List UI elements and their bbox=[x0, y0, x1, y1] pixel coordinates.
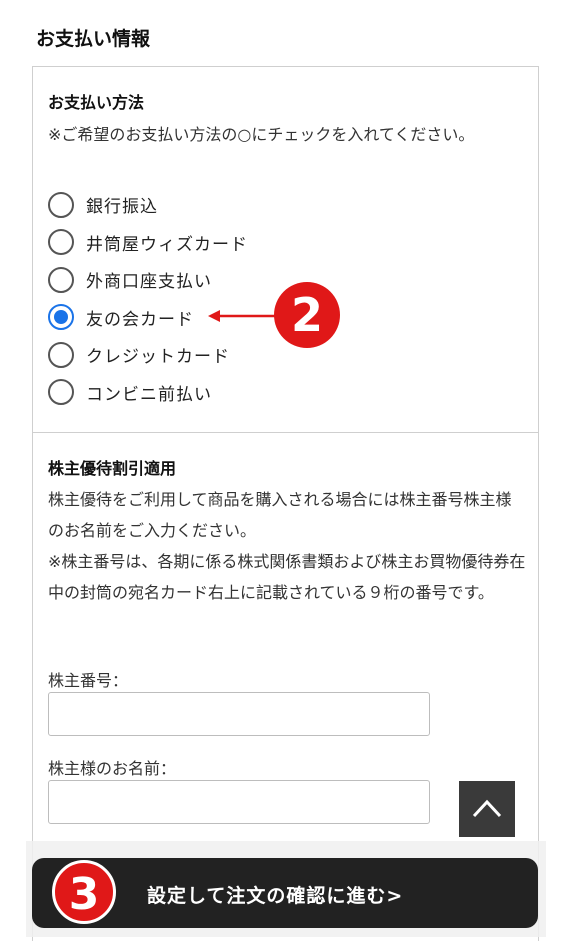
shareholder-heading: 株主優待割引適用 bbox=[48, 459, 177, 478]
shareholder-note: ※株主番号は、各期に係る株式関係書類および株主お買物優待券在中の封筒の宛名カード… bbox=[48, 552, 526, 602]
option-label: クレジットカード bbox=[86, 347, 230, 368]
option-label: 銀行振込 bbox=[86, 197, 158, 218]
payment-options: 銀行振込 井筒屋ウィズカード 外商口座支払い 友の会カード クレジットカード コ… bbox=[48, 186, 428, 411]
payment-option-izutsuya-card[interactable]: 井筒屋ウィズカード bbox=[48, 224, 428, 262]
shareholder-number-label: 株主番号： bbox=[48, 671, 129, 690]
option-label: 井筒屋ウィズカード bbox=[86, 234, 248, 255]
payment-option-credit-card[interactable]: クレジットカード bbox=[48, 336, 428, 374]
option-label: 友の会カード bbox=[86, 309, 194, 330]
shareholder-number-input[interactable] bbox=[48, 692, 430, 736]
option-label: 外商口座支払い bbox=[86, 272, 212, 293]
annotation-badge-3: 3 bbox=[52, 860, 116, 924]
annotation-badge-2: 2 bbox=[274, 282, 340, 348]
radio-button[interactable] bbox=[48, 191, 74, 218]
shareholder-name-input[interactable] bbox=[48, 780, 430, 824]
annotation-arrow bbox=[208, 310, 276, 322]
confirm-button-label: 設定して注文の確認に進む> bbox=[147, 885, 404, 907]
section-title: お支払い情報 bbox=[36, 28, 151, 50]
chevron-up-icon bbox=[472, 799, 502, 818]
radio-button[interactable] bbox=[48, 379, 74, 406]
option-label: コンビニ前払い bbox=[86, 384, 212, 405]
payment-option-bank-transfer[interactable]: 銀行振込 bbox=[48, 186, 428, 224]
shareholder-description: 株主優待をご利用して商品を購入される場合には株主番号株主様のお名前をご入力くださ… bbox=[48, 490, 512, 540]
radio-button[interactable] bbox=[48, 266, 74, 293]
scroll-to-top-button[interactable] bbox=[459, 781, 515, 837]
payment-option-gaisho-account[interactable]: 外商口座支払い bbox=[48, 261, 428, 299]
section-divider bbox=[33, 432, 538, 433]
shareholder-name-label: 株主様のお名前： bbox=[48, 759, 177, 778]
radio-button-selected[interactable] bbox=[48, 304, 74, 331]
payment-option-convenience-store[interactable]: コンビニ前払い bbox=[48, 374, 428, 412]
payment-method-note: ※ご希望のお支払い方法の○にチェックを入れてください。 bbox=[48, 125, 475, 144]
radio-button[interactable] bbox=[48, 229, 74, 256]
payment-method-heading: お支払い方法 bbox=[48, 93, 145, 112]
radio-button[interactable] bbox=[48, 341, 74, 368]
